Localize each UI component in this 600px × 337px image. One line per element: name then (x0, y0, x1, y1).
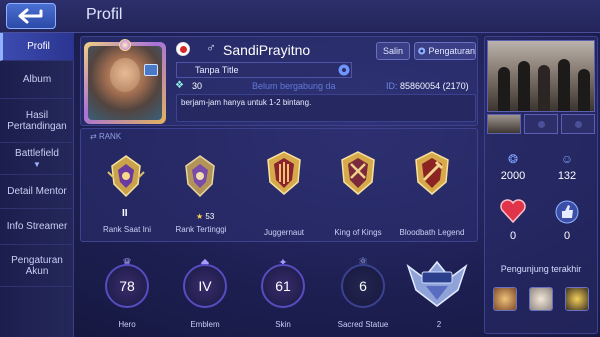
photo-figure (538, 65, 550, 111)
user-id: ID: 85860054 (2170) (386, 81, 469, 91)
popularity-icon: ❂ (507, 152, 519, 166)
popularity-count: 2000 (500, 170, 526, 182)
chevron-down-icon: ▼ (33, 159, 41, 169)
album-photo[interactable] (487, 40, 595, 112)
username: SandiPrayitno (223, 42, 311, 58)
sidebar-item-profil[interactable]: Profil (0, 33, 74, 61)
current-rank-badge-icon[interactable] (104, 154, 148, 200)
photo-figure (578, 69, 590, 111)
recent-visitors-label: Pengunjung terakhir (500, 264, 582, 274)
stat-label: Hero (118, 320, 136, 329)
sidebar-item-album[interactable]: Album (0, 61, 74, 99)
male-icon: ♂ (206, 40, 216, 55)
photo-icon[interactable] (144, 64, 158, 76)
top-bar: Profil (0, 0, 600, 33)
stat-label: Emblem (190, 320, 220, 329)
emblem-level[interactable]: IV (183, 264, 227, 308)
sidebar-item-label: Pengaturan Akun (11, 254, 63, 277)
title-gear-icon[interactable] (337, 63, 351, 77)
back-button[interactable] (6, 3, 56, 29)
juggernaut-badge-icon[interactable] (262, 150, 306, 196)
followers-icon: ☺ (560, 152, 574, 166)
stat-label: 2 (436, 320, 442, 329)
sidebar-item-label: Detail Mentor (7, 186, 67, 197)
likes-left-count: 0 (509, 230, 517, 242)
bio-text[interactable]: berjam-jam hanya untuk 1-2 bintang. (176, 94, 476, 122)
star-icon: ★ (196, 212, 204, 221)
skin-count[interactable]: 61 (261, 264, 305, 308)
copy-button[interactable]: Salin (376, 42, 410, 60)
profile-screen: Profil Profil Album Hasil Pertandingan B… (0, 0, 600, 337)
star-value: 53 (205, 212, 215, 221)
photo-figure (498, 67, 510, 111)
photo-figure (558, 59, 570, 111)
king-of-kings-badge-icon[interactable] (336, 150, 380, 196)
wing-count: 30 (192, 81, 203, 91)
highest-rank-stars: ★ 53 (196, 212, 214, 221)
sidebar-item-label: Profil (27, 41, 50, 52)
settings-button[interactable]: Pengaturan (414, 42, 476, 60)
badge-label: Bloodbath Legend (399, 228, 465, 237)
avatar-overlay (84, 39, 166, 124)
badge-label: Juggernaut (263, 228, 305, 237)
badge-label: Rank Tertinggi (175, 225, 227, 234)
current-rank-tier: II (122, 208, 128, 219)
badge-label: Rank Saat Ini (102, 225, 152, 234)
mcl-icon[interactable] (404, 256, 470, 312)
back-arrow-icon (18, 8, 43, 24)
sidebar-item-label: Album (22, 74, 52, 85)
sidebar-item-label: Hasil Pertandingan (7, 109, 67, 132)
sidebar-item-account-settings[interactable]: Pengaturan Akun (0, 245, 74, 287)
badge-label: King of Kings (334, 228, 382, 237)
empty-slot-icon (538, 121, 545, 128)
highest-rank-badge-icon[interactable] (178, 154, 222, 200)
followers-count[interactable]: 132 (542, 170, 592, 182)
thumbs-up-icon[interactable] (555, 200, 579, 224)
stat-label: Sacred Statue (337, 320, 389, 329)
rank-header: ⇄ RANK (90, 132, 121, 141)
flag-dot (180, 46, 187, 53)
rank-header-label: RANK (98, 132, 122, 141)
sacred-statue-count[interactable]: 6 (341, 264, 385, 308)
sidebar-item-label: Info Streamer (6, 221, 68, 232)
sidebar-item-mentor[interactable]: Detail Mentor (0, 175, 74, 209)
sidebar-item-label: Battlefield (15, 147, 59, 159)
user-id-value: 85860054 (2170) (400, 81, 469, 91)
album-thumb[interactable] (487, 114, 521, 134)
photo-figure (518, 61, 530, 111)
visitor-avatar[interactable] (565, 287, 589, 311)
settings-label: Pengaturan (428, 46, 475, 56)
hero-count[interactable]: 78 (105, 264, 149, 308)
gear-icon (418, 47, 426, 55)
visitor-avatar[interactable] (493, 287, 517, 311)
likes-right-count: 0 (563, 230, 571, 242)
sidebar-item-match-history[interactable]: Hasil Pertandingan (0, 99, 74, 143)
wing-icon: ❖ (175, 80, 184, 91)
bloodbath-legend-badge-icon[interactable] (410, 150, 454, 196)
empty-slot-icon (575, 121, 582, 128)
user-id-prefix: ID: (386, 81, 398, 91)
album-thumb[interactable] (524, 114, 558, 134)
sidebar: Profil Album Hasil Pertandingan Battlefi… (0, 33, 74, 337)
sidebar-item-streamer[interactable]: Info Streamer (0, 209, 74, 245)
avatar-face (110, 58, 140, 92)
sidebar-item-battlefield[interactable]: Battlefield ▼ (0, 143, 74, 175)
title-field[interactable]: Tanpa Title (176, 62, 352, 78)
heart-icon[interactable] (499, 198, 527, 224)
country-flag-icon (176, 42, 190, 56)
visitor-avatar[interactable] (529, 287, 553, 311)
stat-label: Skin (275, 320, 291, 329)
album-thumb[interactable] (561, 114, 595, 134)
squad-status: Belum bergabung da (252, 81, 336, 91)
rank-header-icon: ⇄ (90, 132, 97, 141)
page-title: Profil (86, 6, 123, 23)
frame-gem-icon (119, 39, 131, 51)
